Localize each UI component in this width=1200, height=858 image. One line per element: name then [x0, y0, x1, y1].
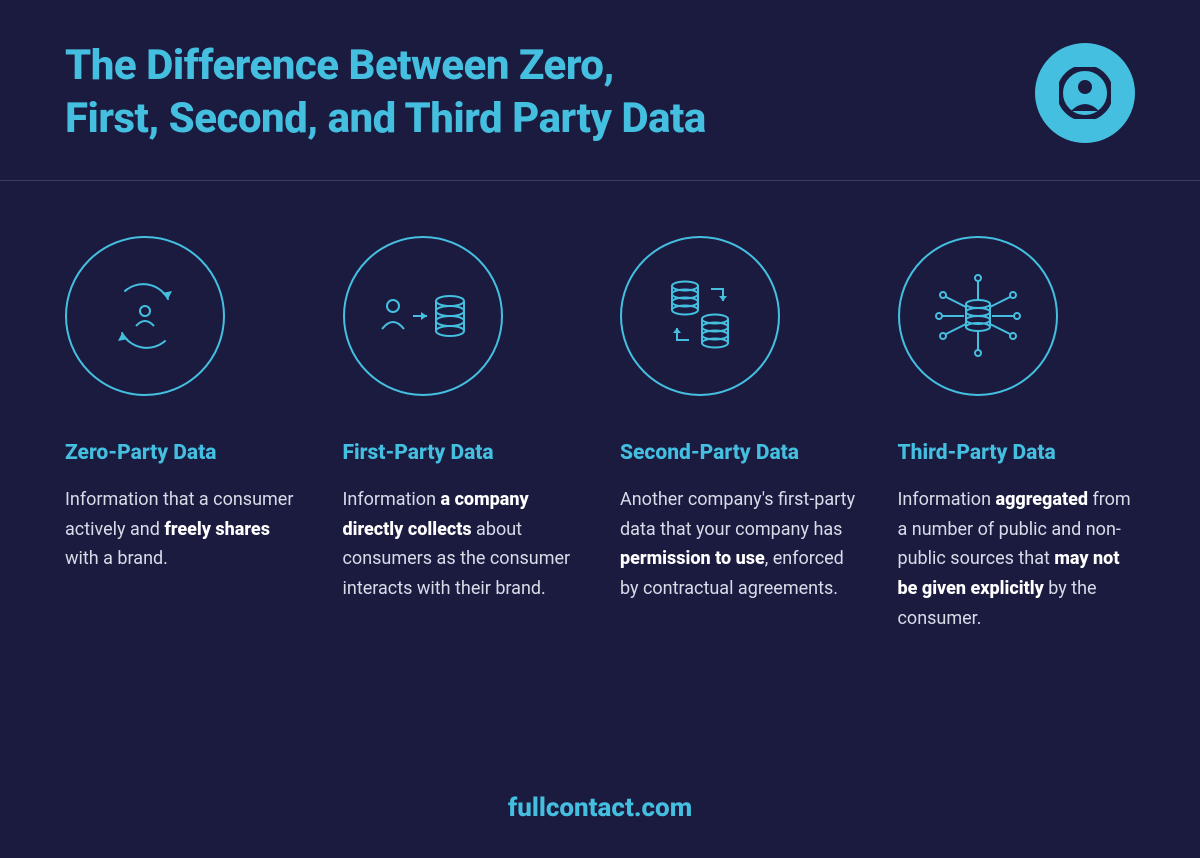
column-body: Information that a consumer actively and…	[65, 485, 303, 574]
icon-circle	[343, 236, 503, 396]
cycle-person-icon	[100, 271, 190, 361]
column-third-party: Third-Party Data Information aggregated …	[898, 236, 1136, 633]
columns-container: Zero-Party Data Information that a consu…	[0, 181, 1200, 633]
person-to-db-icon	[375, 281, 470, 351]
header: The Difference Between Zero, First, Seco…	[0, 0, 1200, 180]
column-second-party: Second-Party Data Another company's firs…	[620, 236, 858, 633]
body-text: Another company's first-party data that …	[620, 489, 855, 540]
icon-circle	[898, 236, 1058, 396]
icon-circle	[65, 236, 225, 396]
db-network-icon	[928, 269, 1028, 364]
title-line-1: The Difference Between Zero,	[65, 41, 614, 90]
column-zero-party: Zero-Party Data Information that a consu…	[65, 236, 303, 633]
column-body: Another company's first-party data that …	[620, 485, 858, 604]
icon-circle	[620, 236, 780, 396]
body-text: with a brand.	[65, 548, 168, 569]
db-sync-icon	[653, 274, 748, 359]
column-title: First-Party Data	[343, 441, 581, 465]
title-line-2: First, Second, and Third Party Data	[65, 94, 706, 143]
body-bold: permission to use	[620, 548, 765, 569]
column-first-party: First-Party Data Information a company d…	[343, 236, 581, 633]
body-bold: aggregated	[995, 489, 1088, 510]
column-title: Third-Party Data	[898, 441, 1136, 465]
body-text: Information	[898, 489, 996, 510]
body-bold: freely shares	[164, 519, 270, 540]
brand-logo-badge	[1035, 43, 1135, 143]
column-body: Information aggregated from a number of …	[898, 485, 1136, 633]
footer-url: fullcontact.com	[0, 793, 1200, 823]
column-title: Second-Party Data	[620, 441, 858, 465]
column-body: Information a company directly collects …	[343, 485, 581, 604]
person-circle-icon	[1059, 67, 1111, 119]
page-title: The Difference Between Zero, First, Seco…	[65, 40, 706, 145]
body-text: Information	[343, 489, 441, 510]
column-title: Zero-Party Data	[65, 441, 303, 465]
